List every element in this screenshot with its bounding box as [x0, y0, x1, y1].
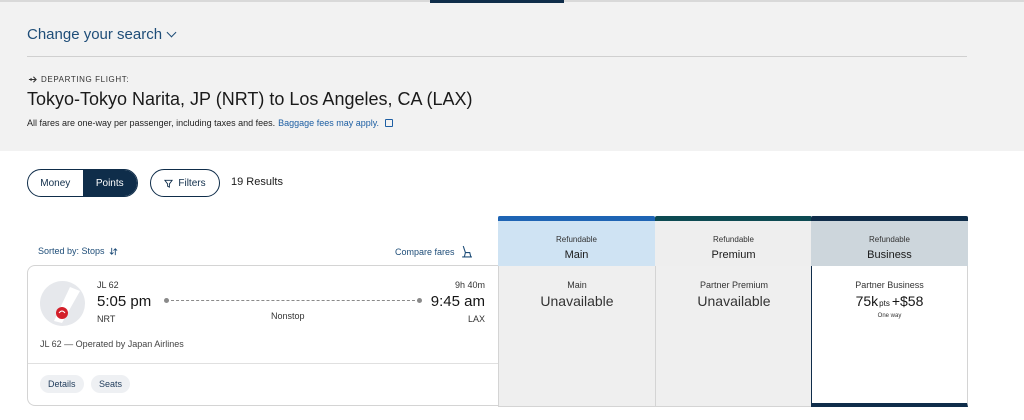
route-line — [164, 298, 422, 303]
arrival-time: 9:45 am — [430, 293, 485, 310]
destination-code: LAX — [467, 314, 485, 324]
fare-value: Unavailable — [697, 293, 771, 309]
card-divider — [28, 363, 499, 364]
departing-flight-text: DEPARTING FLIGHT: — [41, 75, 130, 84]
chevron-down-icon — [166, 27, 177, 38]
flight-card: JL 62 9h 40m 5:05 pm 9:45 am NRT Nonstop… — [27, 265, 499, 406]
fare-column-premium[interactable]: Refundable Premium Partner Premium Unava… — [655, 211, 812, 407]
filters-button[interactable]: Filters — [150, 169, 220, 197]
cabin-label: Business — [867, 249, 912, 261]
details-button[interactable]: Details — [40, 375, 84, 393]
fare-accent-bar — [498, 216, 655, 221]
fare-header-main: Refundable Main — [498, 216, 655, 271]
fare-accent-bar — [655, 216, 812, 221]
fare-sublabel: Main — [567, 280, 587, 290]
refundable-label: Refundable — [869, 235, 910, 244]
fare-column-main[interactable]: Refundable Main Main Unavailable — [498, 211, 655, 407]
origin-code: NRT — [97, 314, 116, 324]
seats-button[interactable]: Seats — [91, 375, 131, 393]
fare-note-text: All fares are one-way per passenger, inc… — [27, 118, 276, 128]
active-tab-indicator — [430, 0, 564, 3]
sort-label: Sorted by: Stops — [38, 246, 105, 256]
flight-duration: 9h 40m — [454, 280, 485, 290]
route-title: Tokyo-Tokyo Narita, JP (NRT) to Los Ange… — [27, 89, 473, 109]
sort-icon — [109, 247, 117, 255]
points-option[interactable]: Points — [82, 170, 137, 196]
cabin-label: Main — [564, 249, 589, 261]
search-summary-band — [0, 0, 1024, 151]
refundable-label: Refundable — [556, 235, 597, 244]
fare-cell-business: Partner Business 75k pts +$58 One way — [811, 266, 968, 407]
sort-control[interactable]: Sorted by: Stops — [38, 246, 118, 256]
compare-fares-label: Compare fares — [395, 246, 455, 257]
money-points-toggle: Money Points — [27, 169, 138, 197]
external-link-icon — [385, 119, 394, 127]
filter-icon — [164, 179, 174, 188]
seat-icon — [461, 245, 472, 258]
fare-header-business: Refundable Business — [811, 216, 968, 271]
filters-label: Filters — [178, 177, 206, 189]
route-end-dot — [417, 298, 422, 303]
stops-label: Nonstop — [271, 311, 305, 321]
fare-note: All fares are one-way per passenger, inc… — [27, 118, 394, 128]
fare-accent-bar — [811, 216, 968, 221]
one-way-note: One way — [877, 313, 902, 319]
fare-column-business[interactable]: Refundable Business Partner Business 75k… — [811, 211, 968, 407]
money-option[interactable]: Money — [28, 170, 83, 196]
route-start-dot — [164, 298, 169, 303]
plane-icon — [28, 76, 37, 83]
fare-header-premium: Refundable Premium — [655, 216, 812, 271]
fare-sublabel: Partner Premium — [699, 280, 769, 290]
baggage-fees-link[interactable]: Baggage fees may apply. — [278, 118, 379, 128]
refundable-label: Refundable — [713, 235, 754, 244]
compare-fares-link[interactable]: Compare fares — [395, 245, 473, 258]
points-amount: 75k — [855, 293, 879, 309]
change-search-label: Change your search — [27, 26, 163, 43]
fare-sublabel: Partner Business — [855, 280, 924, 290]
divider — [27, 56, 967, 57]
change-search-toggle[interactable]: Change your search — [27, 26, 177, 43]
operated-by: JL 62 — Operated by Japan Airlines — [40, 339, 184, 349]
fare-cell-premium: Partner Premium Unavailable — [655, 266, 812, 407]
departing-flight-label: DEPARTING FLIGHT: — [28, 75, 129, 84]
flight-number: JL 62 — [97, 280, 119, 290]
fare-price: 75k pts +$58 — [812, 293, 967, 309]
japan-airlines-logo — [40, 281, 85, 326]
departure-time: 5:05 pm — [97, 293, 152, 310]
points-unit: pts — [879, 299, 890, 308]
cabin-label: Premium — [711, 249, 756, 261]
fare-cell-main: Main Unavailable — [498, 266, 655, 407]
cash-amount: +$58 — [891, 293, 924, 309]
fare-value: Unavailable — [540, 293, 614, 309]
results-count: 19 Results — [231, 176, 283, 188]
